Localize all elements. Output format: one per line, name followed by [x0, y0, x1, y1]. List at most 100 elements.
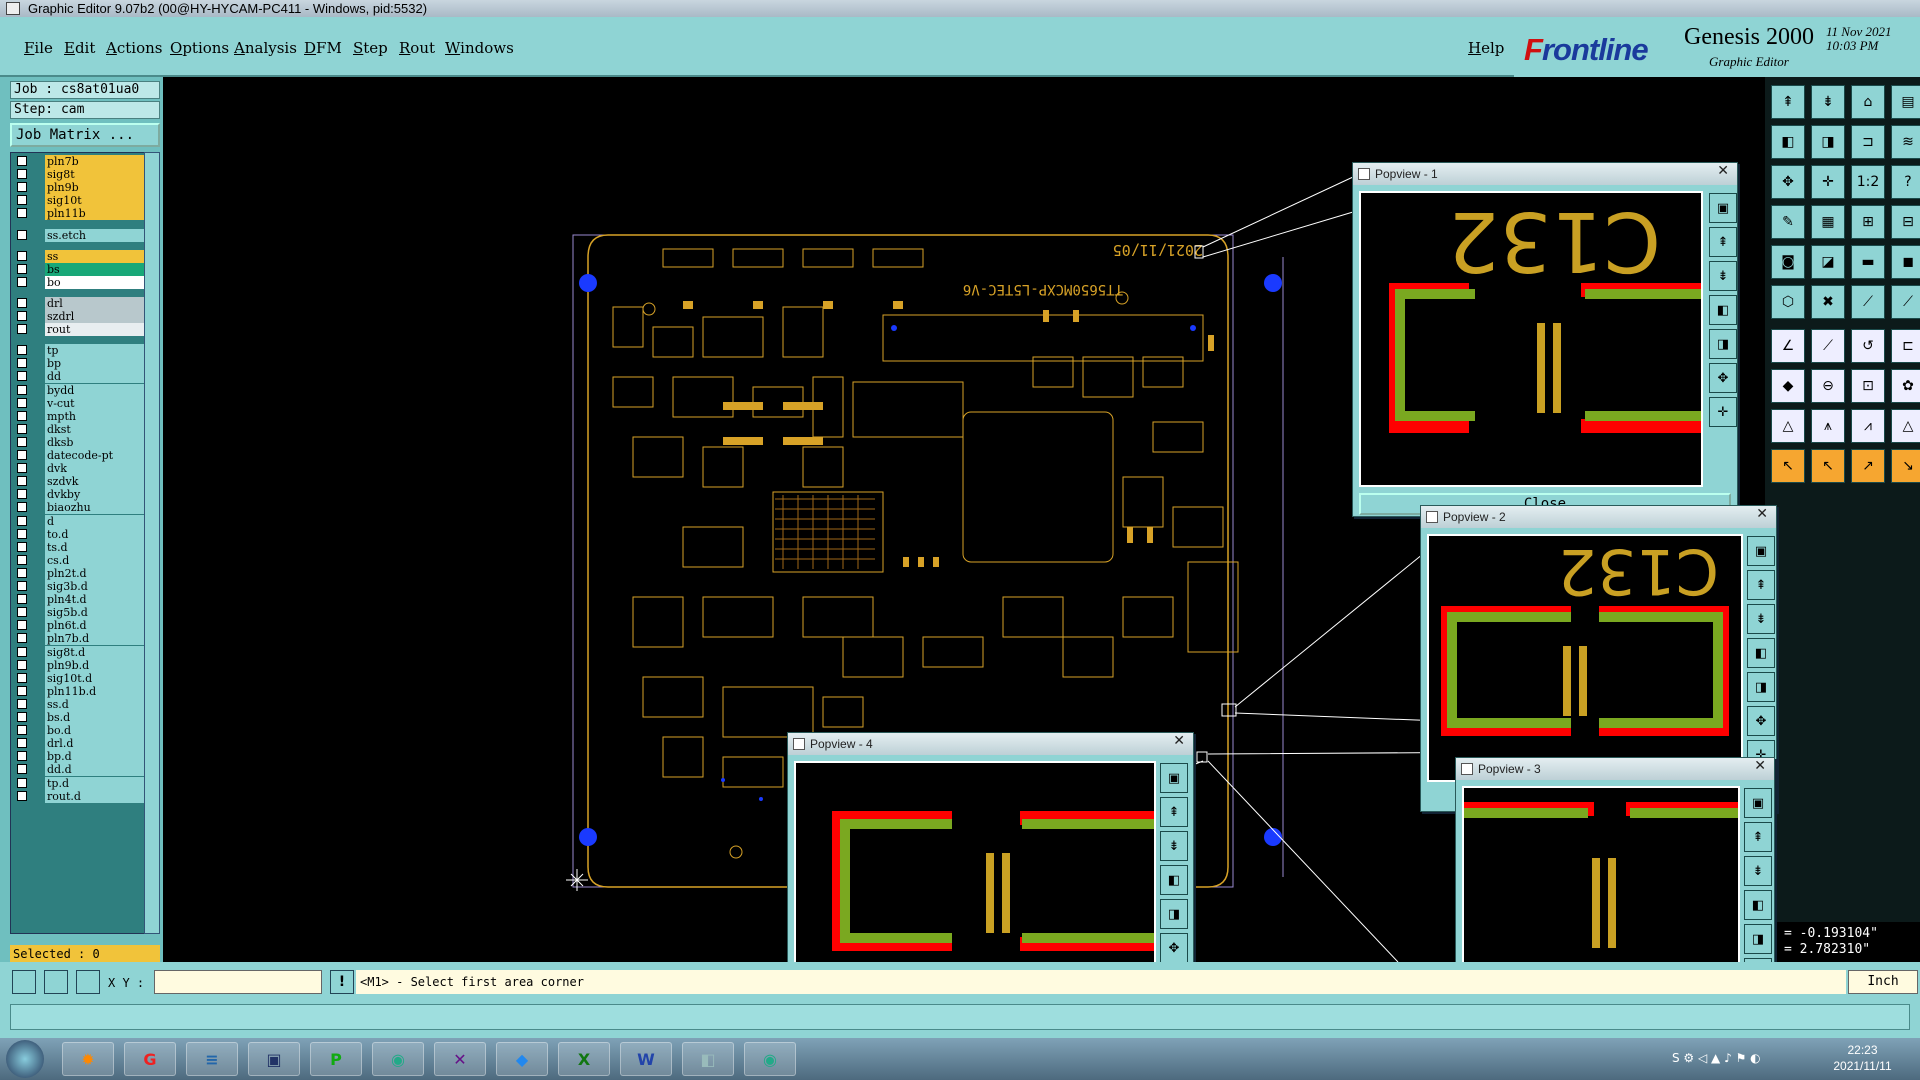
layer-name[interactable]: szdrl: [45, 310, 147, 323]
warning-icon[interactable]: !: [330, 970, 354, 994]
layer-name[interactable]: d: [45, 514, 147, 528]
layer-checkbox[interactable]: [17, 324, 27, 335]
layer-checkbox[interactable]: [17, 195, 27, 206]
layer-color-swatch[interactable]: [31, 554, 43, 567]
layer-row[interactable]: tp.d: [17, 776, 147, 790]
layer-row[interactable]: sig3b.d: [17, 580, 147, 593]
layer-color-swatch[interactable]: [31, 323, 43, 336]
layer-color-swatch[interactable]: [31, 181, 43, 194]
layer-color-swatch[interactable]: [31, 593, 43, 606]
layer-checkbox[interactable]: [17, 594, 27, 605]
popview-tool-icon[interactable]: ✥: [1160, 933, 1188, 963]
layer-color-swatch[interactable]: [31, 207, 43, 220]
close-icon[interactable]: ✕: [1756, 506, 1768, 522]
layer-checkbox[interactable]: [17, 567, 27, 578]
layer-color-swatch[interactable]: [31, 711, 43, 724]
layer-color-swatch[interactable]: [31, 370, 43, 383]
popview-tool-icon[interactable]: ✛: [1709, 397, 1737, 427]
popview-1-window[interactable]: Popview - 1 ✕ C132 ▣ ⇞ ⇟ ◧ ◨ ✥ ✛ Close: [1352, 162, 1738, 517]
layer-checkbox[interactable]: [17, 541, 27, 552]
popview-tool-icon[interactable]: ⇟: [1747, 604, 1775, 634]
layer-checkbox[interactable]: [17, 489, 27, 500]
popview-3-titlebar[interactable]: Popview - 3 ✕: [1456, 758, 1774, 780]
layer-name[interactable]: v-cut: [45, 396, 147, 410]
layer-name[interactable]: pln4t.d: [45, 593, 147, 607]
layer-checkbox[interactable]: [17, 685, 27, 696]
layer-name[interactable]: rout: [45, 323, 147, 337]
tool-button-icon[interactable]: ?: [1891, 165, 1920, 199]
layer-color-swatch[interactable]: [31, 737, 43, 750]
layer-color-swatch[interactable]: [31, 168, 43, 181]
layer-name[interactable]: ss.etch: [45, 228, 147, 242]
popview-tool-icon[interactable]: ⇟: [1744, 856, 1772, 886]
tool-button-icon[interactable]: △: [1771, 409, 1805, 443]
tool-button-icon[interactable]: ⊖: [1811, 369, 1845, 403]
layer-name[interactable]: dd.d: [45, 763, 147, 777]
layer-name[interactable]: szdvk: [45, 475, 147, 489]
layer-color-swatch[interactable]: [31, 449, 43, 462]
layer-checkbox[interactable]: [17, 476, 27, 487]
start-button[interactable]: [6, 1040, 44, 1078]
popview-tool-icon[interactable]: ◧: [1160, 865, 1188, 895]
layer-row[interactable]: rout.d: [17, 789, 147, 803]
layer-name[interactable]: to.d: [45, 527, 147, 541]
tool-button-icon[interactable]: ⬡: [1771, 285, 1805, 319]
layer-color-swatch[interactable]: [31, 263, 43, 276]
layer-row[interactable]: bp: [17, 357, 147, 371]
layer-checkbox[interactable]: [17, 371, 27, 382]
layer-row[interactable]: sig5b.d: [17, 606, 147, 620]
tool-button-icon[interactable]: 1:2: [1851, 165, 1885, 199]
tool-button-icon[interactable]: ◙: [1771, 245, 1805, 279]
layer-row[interactable]: mpth: [17, 409, 147, 423]
layer-row[interactable]: v-cut: [17, 396, 147, 410]
tool-button-icon[interactable]: ▦: [1811, 205, 1845, 239]
menu-options[interactable]: Options: [170, 39, 229, 57]
taskbar-genesis-icon[interactable]: ◉: [372, 1042, 424, 1076]
layer-name[interactable]: bydd: [45, 383, 147, 397]
layer-row[interactable]: tp: [17, 344, 147, 358]
taskbar-excel-icon[interactable]: X: [558, 1042, 610, 1076]
layer-checkbox[interactable]: [17, 276, 27, 287]
taskbar-p-app-icon[interactable]: P: [310, 1042, 362, 1076]
tool-button-icon[interactable]: ✎: [1771, 205, 1805, 239]
tool-button-icon[interactable]: ⇞: [1771, 85, 1805, 119]
layer-color-swatch[interactable]: [31, 659, 43, 672]
layer-color-swatch[interactable]: [31, 632, 43, 645]
taskbar-eraser-icon[interactable]: ◧: [682, 1042, 734, 1076]
layer-checkbox[interactable]: [17, 725, 27, 736]
layer-name[interactable]: pln11b: [45, 207, 147, 221]
layer-row[interactable]: pln9b.d: [17, 658, 147, 672]
layer-checkbox[interactable]: [17, 607, 27, 618]
menu-dfm[interactable]: DFM: [304, 39, 342, 57]
taskbar-word-icon[interactable]: W: [620, 1042, 672, 1076]
layer-row[interactable]: szdvk: [17, 475, 147, 489]
popview-tool-icon[interactable]: ◨: [1744, 924, 1772, 954]
popview-tool-icon[interactable]: ◧: [1709, 295, 1737, 325]
layer-row[interactable]: cs.d: [17, 553, 147, 567]
layer-color-swatch[interactable]: [31, 229, 43, 242]
tool-button-icon[interactable]: ◆: [1771, 369, 1805, 403]
layer-color-swatch[interactable]: [31, 763, 43, 776]
layer-row[interactable]: sig10t: [17, 194, 147, 208]
zoom-area-icon[interactable]: [12, 970, 36, 994]
layer-name[interactable]: dksb: [45, 435, 147, 449]
layer-row[interactable]: pln11b.d: [17, 684, 147, 698]
tool-button-icon[interactable]: ⊞: [1851, 205, 1885, 239]
layer-checkbox[interactable]: [17, 229, 27, 240]
layer-name[interactable]: ss.d: [45, 697, 147, 711]
tool-button-icon[interactable]: ⟋: [1811, 329, 1845, 363]
popview-1-view[interactable]: C132: [1359, 191, 1703, 487]
popview-tool-icon[interactable]: ▣: [1744, 788, 1772, 818]
layer-checkbox[interactable]: [17, 633, 27, 644]
layer-name[interactable]: drl.d: [45, 737, 147, 751]
layer-row[interactable]: ss.etch: [17, 228, 147, 242]
grid-icon[interactable]: [76, 970, 100, 994]
layer-color-swatch[interactable]: [31, 194, 43, 207]
layer-name[interactable]: pln11b.d: [45, 684, 147, 698]
popview-tool-icon[interactable]: ◨: [1747, 672, 1775, 702]
layer-row[interactable]: rout: [17, 323, 147, 337]
popview-tool-icon[interactable]: ⇞: [1160, 797, 1188, 827]
layer-color-swatch[interactable]: [31, 501, 43, 514]
layer-color-swatch[interactable]: [31, 567, 43, 580]
popview-1-titlebar[interactable]: Popview - 1 ✕: [1353, 163, 1737, 185]
